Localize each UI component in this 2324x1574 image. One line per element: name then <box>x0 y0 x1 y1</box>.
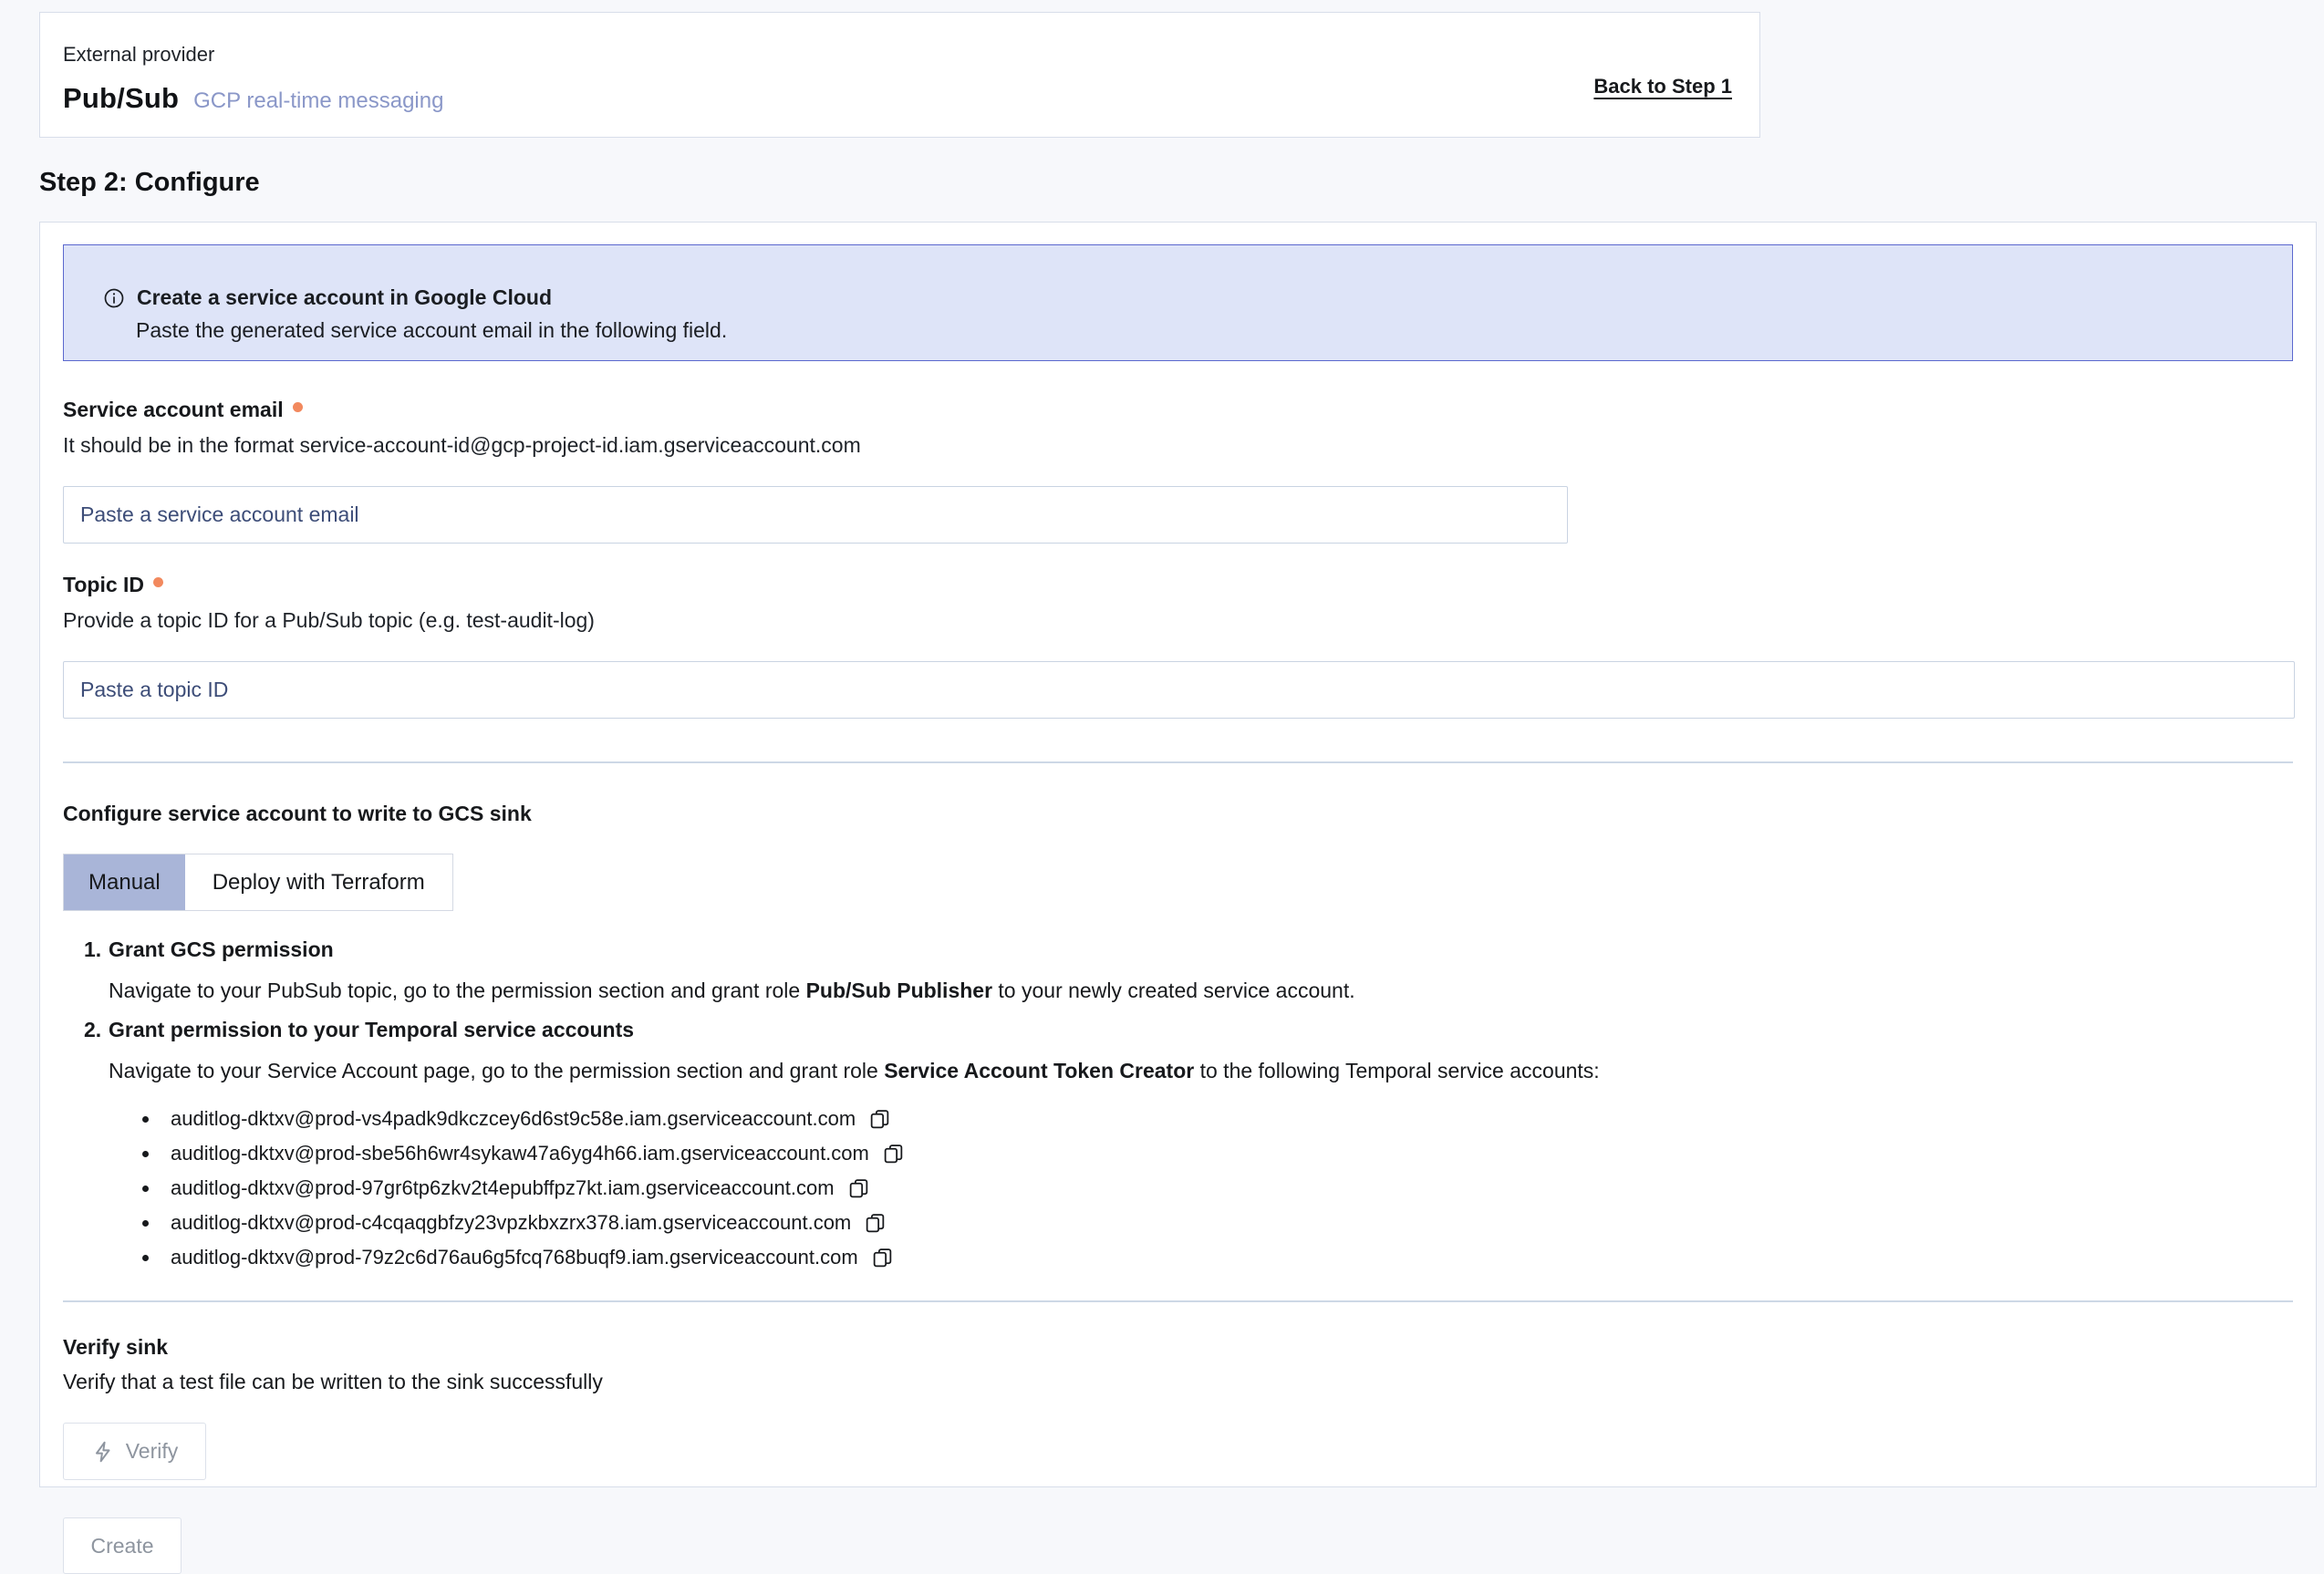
info-circle-icon <box>103 287 125 309</box>
section-divider <box>63 761 2293 763</box>
verify-sink-helper: Verify that a test file can be written t… <box>63 1370 2293 1394</box>
deploy-method-tabs: Manual Deploy with Terraform <box>63 854 453 911</box>
step-body-text: Navigate to your PubSub topic, go to the… <box>109 979 806 1002</box>
service-account-email-label: Service account email <box>63 398 284 422</box>
bullet <box>142 1186 149 1192</box>
service-account-email: auditlog-dktxv@prod-79z2c6d76au6g5fcq768… <box>171 1246 858 1269</box>
list-item: auditlog-dktxv@prod-vs4padk9dkczcey6d6st… <box>142 1102 2293 1136</box>
list-item: auditlog-dktxv@prod-79z2c6d76au6g5fcq768… <box>142 1240 2293 1275</box>
service-account-email: auditlog-dktxv@prod-97gr6tp6zkv2t4epubff… <box>171 1176 835 1200</box>
copy-icon <box>864 1212 887 1235</box>
bullet <box>142 1116 149 1123</box>
required-dot <box>293 402 303 412</box>
configure-section-title: Configure service account to write to GC… <box>63 802 2293 826</box>
topic-id-input[interactable] <box>63 661 2295 719</box>
step-body: Navigate to your PubSub topic, go to the… <box>109 977 2293 1004</box>
verify-sink-title: Verify sink <box>63 1335 2293 1360</box>
bullet <box>142 1220 149 1227</box>
service-account-email: auditlog-dktxv@prod-c4cqaqgbfzy23vpzkbxz… <box>171 1211 851 1235</box>
list-item: auditlog-dktxv@prod-97gr6tp6zkv2t4epubff… <box>142 1171 2293 1206</box>
step-title: Grant permission to your Temporal servic… <box>109 1018 634 1042</box>
temporal-service-account-list: auditlog-dktxv@prod-vs4padk9dkczcey6d6st… <box>142 1102 2293 1275</box>
topic-id-helper: Provide a topic ID for a Pub/Sub topic (… <box>63 608 2293 633</box>
required-dot <box>153 577 163 587</box>
create-button[interactable]: Create <box>63 1517 182 1574</box>
topic-id-label: Topic ID <box>63 573 144 597</box>
provider-title-row: Pub/Sub GCP real-time messaging <box>63 82 1732 115</box>
topic-id-field-group: Topic ID Provide a topic ID for a Pub/Su… <box>63 573 2293 719</box>
verify-button-label: Verify <box>126 1439 179 1464</box>
service-account-email-field-group: Service account email It should be in th… <box>63 398 2293 544</box>
provider-eyebrow: External provider <box>63 43 1732 67</box>
info-banner: Create a service account in Google Cloud… <box>63 244 2293 361</box>
list-item: auditlog-dktxv@prod-sbe56h6wr4sykaw47a6y… <box>142 1136 2293 1171</box>
copy-icon <box>871 1247 894 1269</box>
copy-button[interactable] <box>847 1177 870 1200</box>
copy-icon <box>868 1108 891 1131</box>
step-body: Navigate to your Service Account page, g… <box>109 1057 2293 1084</box>
role-name: Service Account Token Creator <box>884 1059 1194 1082</box>
service-account-email: auditlog-dktxv@prod-vs4padk9dkczcey6d6st… <box>171 1107 856 1131</box>
info-banner-subtitle: Paste the generated service account emai… <box>136 318 2274 343</box>
copy-icon <box>882 1143 905 1165</box>
copy-icon <box>847 1177 870 1200</box>
copy-button[interactable] <box>864 1212 887 1235</box>
section-divider <box>63 1300 2293 1302</box>
provider-header-card: External provider Pub/Sub GCP real-time … <box>39 12 1760 138</box>
step-number: 2. <box>84 1018 109 1042</box>
info-banner-title: Create a service account in Google Cloud <box>137 285 552 310</box>
service-account-email: auditlog-dktxv@prod-sbe56h6wr4sykaw47a6y… <box>171 1142 869 1165</box>
bullet <box>142 1151 149 1157</box>
step-grant-gcs-permission: 1. Grant GCS permission Navigate to your… <box>109 937 2293 1004</box>
step-grant-temporal-permission: 2. Grant permission to your Temporal ser… <box>109 1018 2293 1275</box>
step-body-text: to the following Temporal service accoun… <box>1194 1059 1599 1082</box>
create-button-label: Create <box>90 1534 153 1558</box>
page-title: Step 2: Configure <box>39 168 260 198</box>
copy-button[interactable] <box>882 1143 905 1165</box>
back-to-step-1-link[interactable]: Back to Step 1 <box>1593 75 1732 98</box>
provider-subtitle: GCP real-time messaging <box>193 88 443 114</box>
list-item: auditlog-dktxv@prod-c4cqaqgbfzy23vpzkbxz… <box>142 1206 2293 1240</box>
tab-manual[interactable]: Manual <box>64 854 185 910</box>
copy-button[interactable] <box>871 1247 894 1269</box>
configure-card: Create a service account in Google Cloud… <box>39 222 2317 1487</box>
copy-button[interactable] <box>868 1108 891 1131</box>
verify-button[interactable]: Verify <box>63 1423 206 1480</box>
service-account-email-input[interactable] <box>63 486 1568 544</box>
role-name: Pub/Sub Publisher <box>806 979 992 1002</box>
step-title: Grant GCS permission <box>109 937 334 962</box>
step-number: 1. <box>84 937 109 962</box>
step-body-text: Navigate to your Service Account page, g… <box>109 1059 884 1082</box>
manual-steps: 1. Grant GCS permission Navigate to your… <box>109 937 2293 1275</box>
step-body-text: to your newly created service account. <box>992 979 1355 1002</box>
service-account-email-helper: It should be in the format service-accou… <box>63 433 2293 458</box>
provider-title: Pub/Sub <box>63 82 179 115</box>
lightning-bolt-icon <box>91 1440 115 1464</box>
bullet <box>142 1255 149 1261</box>
tab-deploy-with-terraform[interactable]: Deploy with Terraform <box>185 854 452 910</box>
